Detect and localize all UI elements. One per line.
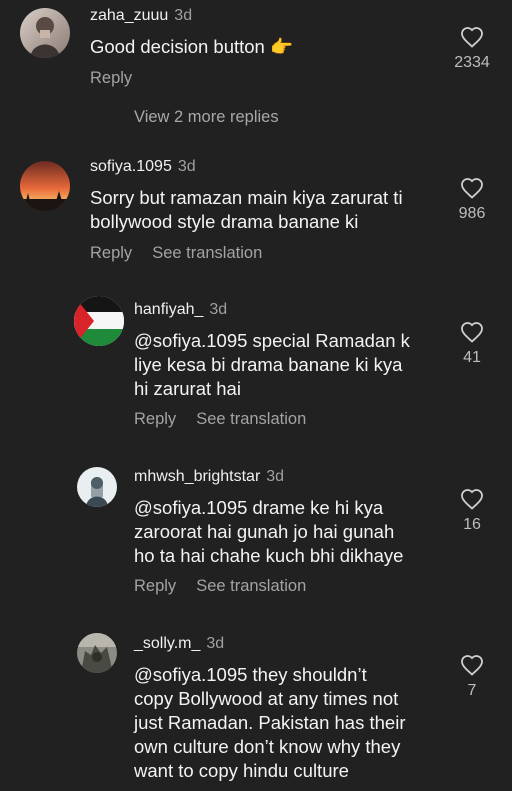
timestamp: 3d: [209, 301, 228, 318]
username[interactable]: zaha_zuuu: [90, 7, 168, 24]
avatar[interactable]: [77, 633, 117, 673]
like-count: 7: [467, 682, 477, 699]
heart-outline-icon[interactable]: [460, 321, 484, 343]
like-button[interactable]: 7: [442, 654, 502, 700]
heart-outline-icon[interactable]: [460, 654, 484, 676]
comment-actions: Reply See translation: [134, 576, 306, 596]
comment-text: @sofiya.1095 they shouldn’t copy Bollywo…: [134, 664, 406, 781]
username[interactable]: mhwsh_brightstar: [134, 468, 260, 485]
comment-actions: Reply See translation: [90, 243, 262, 263]
comment-actions: Reply: [90, 68, 132, 88]
like-count: 2334: [454, 54, 490, 71]
timestamp: 3d: [177, 158, 196, 175]
comment-meta: zaha_zuuu 3d: [90, 6, 192, 26]
timestamp: 3d: [206, 635, 225, 652]
avatar[interactable]: [74, 296, 124, 346]
avatar[interactable]: [77, 467, 117, 507]
like-count: 41: [463, 349, 481, 366]
username[interactable]: hanfiyah_: [134, 301, 203, 318]
see-translation-button[interactable]: See translation: [196, 410, 306, 428]
comment-meta: sofiya.1095 3d: [90, 157, 196, 177]
like-button[interactable]: 16: [442, 488, 502, 534]
like-button[interactable]: 986: [442, 177, 502, 223]
reply-button[interactable]: Reply: [134, 410, 176, 428]
see-translation-button[interactable]: See translation: [196, 577, 306, 595]
reply-button[interactable]: Reply: [90, 244, 132, 262]
like-button[interactable]: 2334: [442, 26, 502, 72]
timestamp: 3d: [266, 468, 285, 485]
comment-text: Good decision button 👉: [90, 36, 294, 57]
see-translation-button[interactable]: See translation: [152, 244, 262, 262]
comment-meta: _solly.m_ 3d: [134, 634, 224, 654]
comment-text: @sofiya.1095 drame ke hi kya zaroorat ha…: [134, 497, 404, 566]
reply-button[interactable]: Reply: [90, 69, 132, 87]
comment-meta: hanfiyah_ 3d: [134, 300, 227, 320]
like-count: 16: [463, 516, 481, 533]
heart-outline-icon[interactable]: [460, 488, 484, 510]
avatar[interactable]: [20, 8, 70, 58]
timestamp: 3d: [174, 7, 193, 24]
reply-button[interactable]: Reply: [134, 577, 176, 595]
heart-outline-icon[interactable]: [460, 26, 484, 48]
comment-meta: mhwsh_brightstar 3d: [134, 467, 284, 487]
like-count: 986: [458, 205, 486, 222]
view-more-replies-button[interactable]: View 2 more replies: [134, 108, 279, 127]
heart-outline-icon[interactable]: [460, 177, 484, 199]
comment-text: Sorry but ramazan main kiya zarurat ti b…: [90, 187, 403, 232]
comment-actions: Reply See translation: [134, 409, 306, 429]
avatar[interactable]: [20, 161, 70, 211]
comment-text: @sofiya.1095 special Ramadan k liye kesa…: [134, 330, 410, 399]
username[interactable]: sofiya.1095: [90, 158, 172, 175]
like-button[interactable]: 41: [442, 321, 502, 367]
username[interactable]: _solly.m_: [134, 635, 200, 652]
